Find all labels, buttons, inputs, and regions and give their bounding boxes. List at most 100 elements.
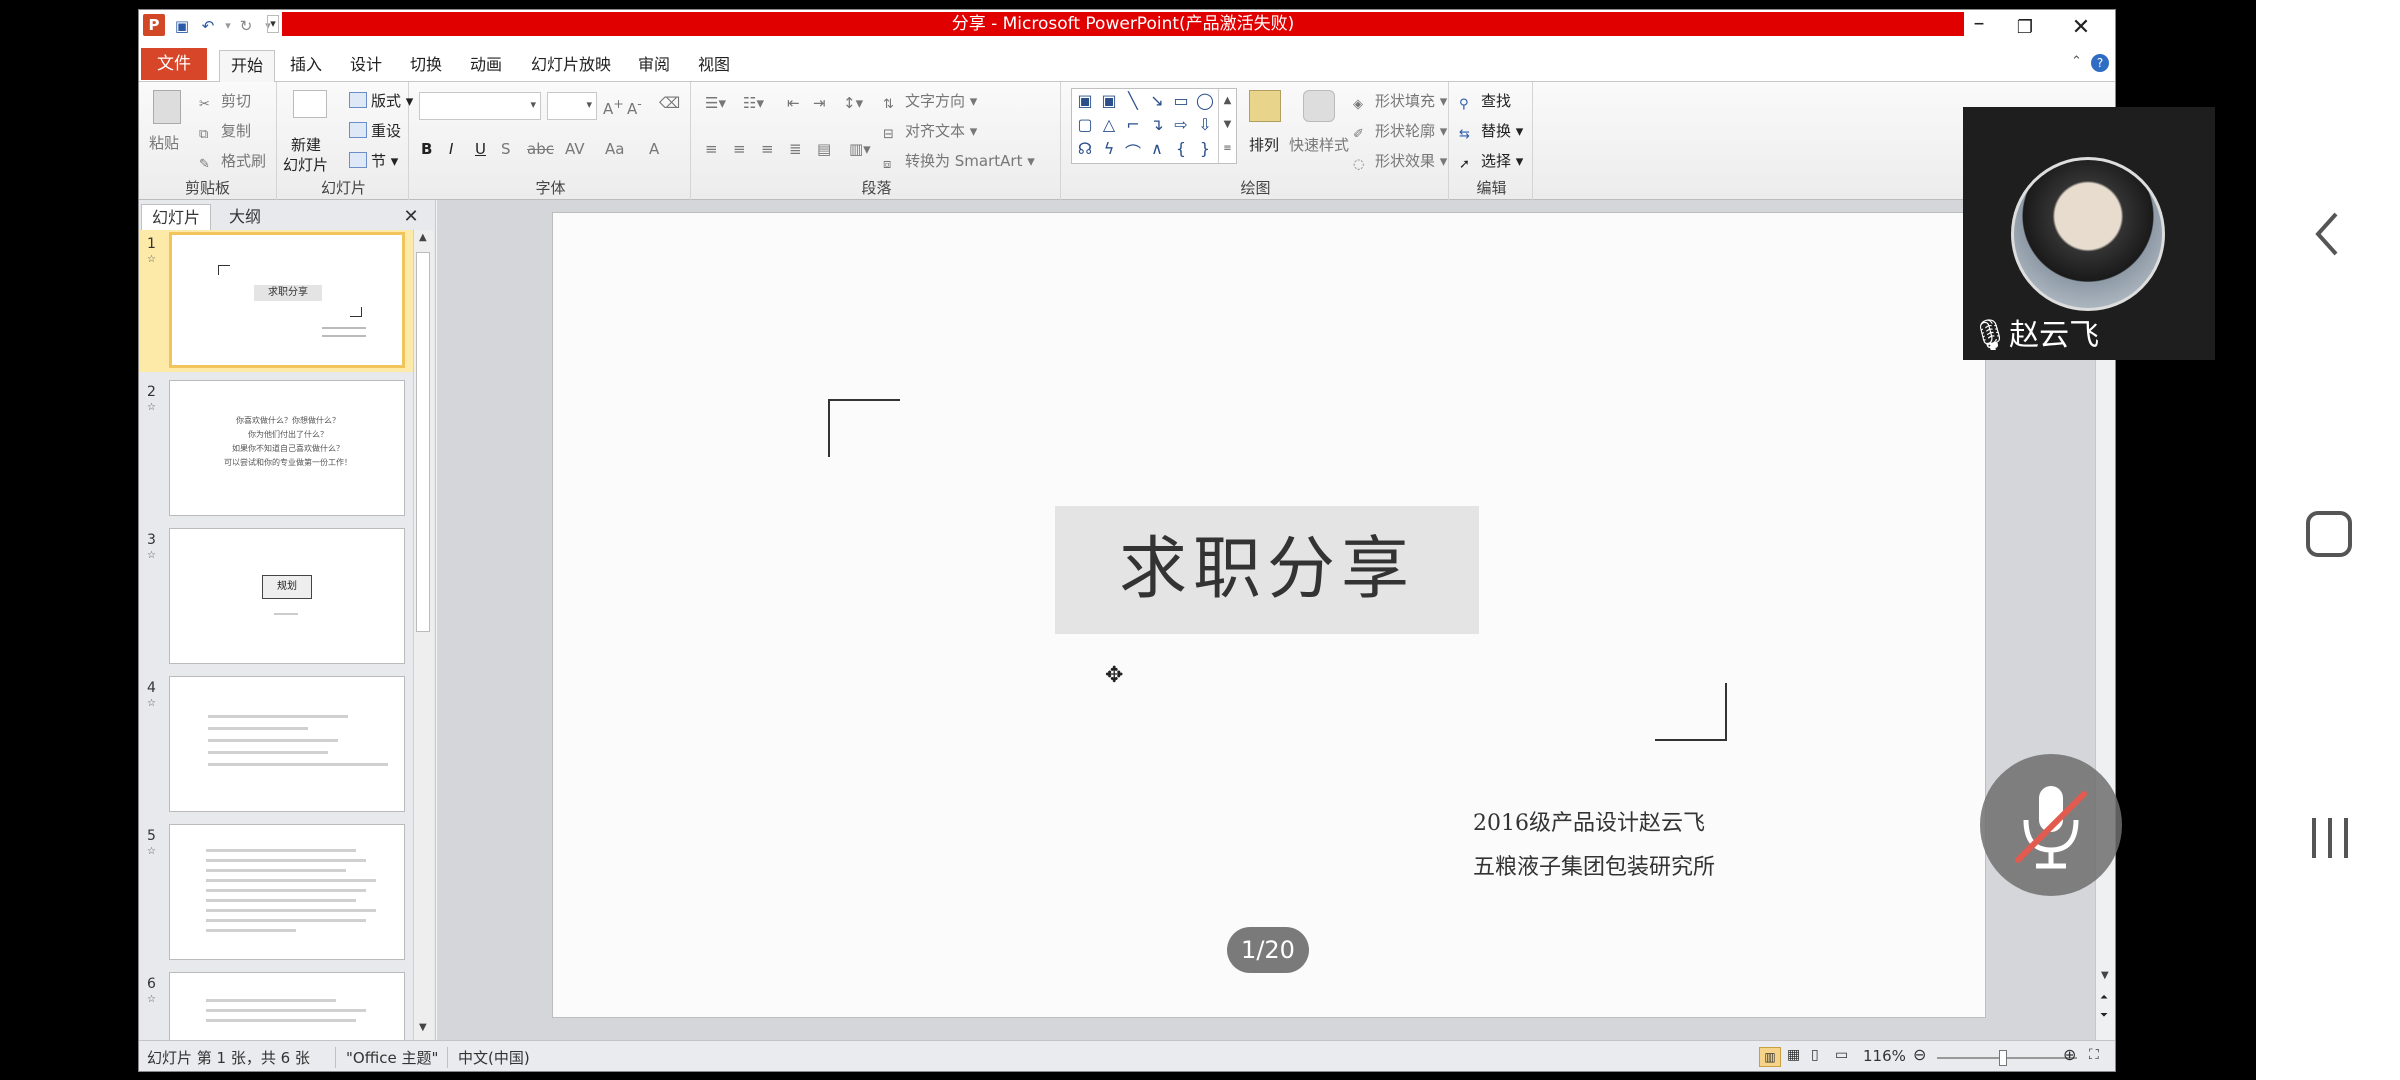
font-name-dropdown[interactable]: ▾ bbox=[419, 92, 541, 120]
tab-view[interactable]: 视图 bbox=[689, 50, 739, 80]
align-left-icon[interactable]: ≡ bbox=[705, 140, 718, 158]
paste-button[interactable]: 粘贴 bbox=[149, 132, 179, 153]
fit-to-window-icon[interactable]: ⛶ bbox=[2089, 1047, 2099, 1063]
current-slide[interactable]: 求职分享 2016级产品设计赵云飞 五粮液子集团包装研究所 ✥ 1/20 bbox=[552, 212, 1986, 1018]
new-slide-label-1[interactable]: 新建 bbox=[291, 134, 321, 155]
curve-icon[interactable]: ∧ bbox=[1146, 139, 1168, 158]
lightning-icon[interactable]: ϟ bbox=[1098, 139, 1120, 158]
font-color-icon[interactable]: A bbox=[649, 140, 659, 158]
format-painter-button[interactable]: ✎ 格式刷 bbox=[199, 150, 266, 173]
layout-button[interactable]: 版式 ▾ bbox=[349, 90, 413, 111]
new-slide-icon[interactable] bbox=[293, 90, 327, 118]
find-button[interactable]: ⚲ 查找 bbox=[1459, 90, 1511, 113]
cut-button[interactable]: ✂ 剪切 bbox=[199, 90, 251, 113]
tab-animations[interactable]: 动画 bbox=[461, 50, 511, 80]
text-direction-button[interactable]: ⇅ 文字方向 ▾ bbox=[883, 90, 977, 113]
restore-button[interactable]: ❐ bbox=[1995, 10, 2055, 46]
slide-thumbnail-2[interactable]: 你喜欢做什么？你想做什么？ 你为他们付出了什么？ 如果你不知道自己喜欢做什么？ … bbox=[169, 380, 405, 516]
shape-effects-button[interactable]: ◌ 形状效果 ▾ bbox=[1353, 150, 1447, 173]
scroll-down-icon[interactable]: ▼ bbox=[419, 1022, 427, 1033]
shape-outline-button[interactable]: ✐ 形状轮廓 ▾ bbox=[1353, 120, 1447, 143]
recent-apps-icon[interactable] bbox=[2308, 816, 2352, 860]
section-button[interactable]: 节 ▾ bbox=[349, 150, 398, 171]
select-button[interactable]: ➚ 选择 ▾ bbox=[1459, 150, 1523, 173]
quick-styles-icon[interactable] bbox=[1303, 90, 1335, 122]
shadow-icon[interactable]: S bbox=[501, 140, 511, 158]
copy-button[interactable]: ⧉ 复制 bbox=[199, 120, 251, 143]
tab-review[interactable]: 审阅 bbox=[629, 50, 679, 80]
clear-format-icon[interactable]: ⌫ bbox=[659, 94, 680, 112]
zoom-in-icon[interactable]: ⊕ bbox=[2063, 1045, 2076, 1064]
slideshow-view-icon[interactable]: ▭ bbox=[1835, 1047, 1848, 1063]
arrow-line-icon[interactable]: ↘ bbox=[1146, 91, 1168, 110]
arrange-button[interactable]: 排列 bbox=[1249, 134, 1279, 155]
distributed-icon[interactable]: ▤ bbox=[817, 140, 831, 158]
font-size-dropdown[interactable]: ▾ bbox=[547, 92, 597, 120]
help-icon[interactable]: ? bbox=[2091, 54, 2109, 72]
tab-outline[interactable]: 大纲 bbox=[215, 204, 275, 230]
tab-slides[interactable]: 幻灯片 bbox=[141, 204, 211, 230]
arrange-icon[interactable] bbox=[1249, 90, 1281, 122]
collapse-ribbon-icon[interactable]: ⌃ bbox=[2071, 54, 2082, 69]
slide-thumbnail-5[interactable] bbox=[169, 824, 405, 960]
tab-file[interactable]: 文件 bbox=[141, 48, 207, 80]
zoom-out-icon[interactable]: ⊖ bbox=[1913, 1045, 1926, 1064]
customize-qat-icon[interactable]: ▾ bbox=[267, 15, 279, 33]
slide-thumbnail-6[interactable] bbox=[169, 972, 405, 1040]
bullets-icon[interactable]: ☰▾ bbox=[705, 94, 726, 112]
scroll-down-icon[interactable]: ▼ bbox=[2101, 970, 2109, 981]
align-text-button[interactable]: ⊟ 对齐文本 ▾ bbox=[883, 120, 977, 143]
down-arrow-icon[interactable]: ⇩ bbox=[1194, 115, 1216, 134]
slide-thumbnail-1[interactable]: 求职分享 bbox=[169, 232, 405, 368]
slide-thumbnail-4[interactable] bbox=[169, 676, 405, 812]
left-brace-icon[interactable]: { bbox=[1170, 139, 1192, 158]
back-icon[interactable] bbox=[2312, 210, 2344, 258]
underline-icon[interactable]: U bbox=[475, 140, 486, 158]
strikethrough-icon[interactable]: abc bbox=[527, 140, 554, 158]
align-center-icon[interactable]: ≡ bbox=[733, 140, 746, 158]
increase-indent-icon[interactable]: ⇥ bbox=[813, 94, 826, 112]
right-arrow-icon[interactable]: ⇨ bbox=[1170, 115, 1192, 134]
zoom-slider[interactable] bbox=[1937, 1057, 2077, 1059]
right-brace-icon[interactable]: } bbox=[1194, 139, 1216, 158]
zoom-level[interactable]: 116% bbox=[1863, 1047, 1906, 1065]
line-shape-icon[interactable]: ╲ bbox=[1122, 91, 1144, 110]
oval-shape-icon[interactable]: ◯ bbox=[1194, 91, 1216, 110]
thumbnail-scrollbar[interactable]: ▲ ▼ bbox=[413, 230, 433, 1040]
slide-thumbnail-3[interactable]: 规划 bbox=[169, 528, 405, 664]
scroll-up-icon[interactable]: ▲ bbox=[419, 232, 427, 243]
tab-design[interactable]: 设计 bbox=[341, 50, 391, 80]
numbering-icon[interactable]: ☷▾ bbox=[743, 94, 764, 112]
slide-sorter-icon[interactable]: ▦ bbox=[1787, 1047, 1800, 1063]
columns-icon[interactable]: ▥▾ bbox=[849, 140, 871, 158]
tab-insert[interactable]: 插入 bbox=[281, 50, 331, 80]
zoom-slider-thumb[interactable] bbox=[1999, 1050, 2007, 1066]
shrink-font-icon[interactable]: A- bbox=[627, 96, 642, 118]
tab-slideshow[interactable]: 幻灯片放映 bbox=[523, 50, 619, 80]
next-slide-icon[interactable]: ⏷ bbox=[2100, 1010, 2108, 1021]
tab-home[interactable]: 开始 bbox=[219, 50, 275, 82]
reset-button[interactable]: 重设 bbox=[349, 120, 401, 141]
textbox-shape-icon[interactable]: ▣ bbox=[1074, 91, 1096, 110]
rectangle-shape-icon[interactable]: ▭ bbox=[1170, 91, 1192, 110]
grow-font-icon[interactable]: A+ bbox=[603, 96, 624, 118]
slide-subtitle-line-1[interactable]: 2016级产品设计赵云飞 bbox=[1473, 805, 1705, 837]
scroll-thumb[interactable] bbox=[416, 252, 430, 632]
new-slide-label-2[interactable]: 幻灯片 bbox=[283, 154, 328, 175]
quick-styles-button[interactable]: 快速样式 bbox=[1289, 134, 1349, 155]
convert-smartart-button[interactable]: ⧈ 转换为 SmartArt ▾ bbox=[883, 150, 1035, 173]
replace-button[interactable]: ⇆ 替换 ▾ bbox=[1459, 120, 1523, 143]
freeform-icon[interactable]: ☊ bbox=[1074, 139, 1096, 158]
mute-microphone-button[interactable] bbox=[1980, 754, 2122, 896]
vertical-textbox-icon[interactable]: ▣ bbox=[1098, 91, 1120, 110]
align-right-icon[interactable]: ≡ bbox=[761, 140, 774, 158]
slide-subtitle-line-2[interactable]: 五粮液子集团包装研究所 bbox=[1473, 849, 1715, 881]
language-indicator[interactable]: 中文(中国) bbox=[447, 1047, 530, 1068]
elbow-connector-icon[interactable]: ⌐ bbox=[1122, 115, 1144, 134]
rounded-rect-icon[interactable]: ▢ bbox=[1074, 115, 1096, 134]
tab-transitions[interactable]: 切换 bbox=[401, 50, 451, 80]
normal-view-icon[interactable]: ▥ bbox=[1759, 1047, 1781, 1067]
shape-fill-button[interactable]: ◈ 形状填充 ▾ bbox=[1353, 90, 1447, 113]
close-window-button[interactable]: ✕ bbox=[2051, 10, 2111, 46]
char-spacing-icon[interactable]: AV bbox=[565, 140, 585, 158]
